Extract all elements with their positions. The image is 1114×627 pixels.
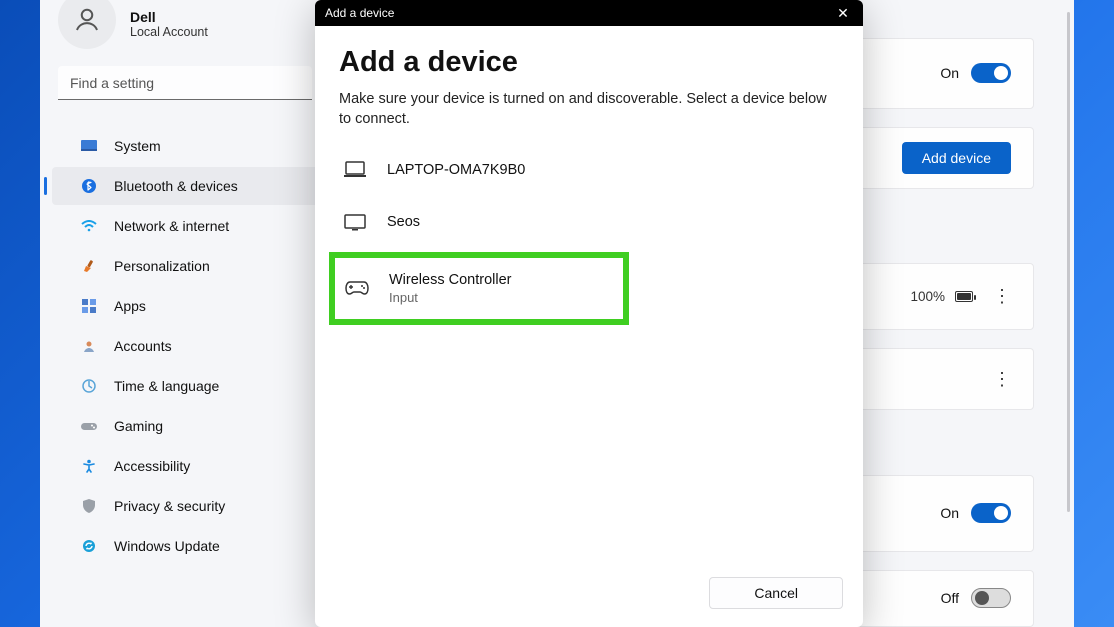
modal-titlebar-text: Add a device	[325, 6, 394, 20]
scrollbar[interactable]	[1067, 12, 1070, 512]
accounts-icon	[80, 337, 98, 355]
gamepad-icon	[345, 276, 369, 300]
device-name: Wireless Controller	[389, 272, 511, 288]
sidebar-item-gaming[interactable]: Gaming	[52, 407, 324, 445]
sidebar-item-privacy-security[interactable]: Privacy & security	[52, 487, 324, 525]
sidebar-item-accounts[interactable]: Accounts	[52, 327, 324, 365]
toggle-wrap-3[interactable]: Off	[941, 588, 1011, 608]
toggle-switch[interactable]	[971, 588, 1011, 608]
device-row-laptop[interactable]: LAPTOP-OMA7K9B0	[339, 144, 839, 196]
sidebar-item-windows-update[interactable]: Windows Update	[52, 527, 324, 565]
modal-body: Add a device Make sure your device is tu…	[315, 26, 863, 563]
toggle-label: Off	[941, 590, 959, 606]
device-name: Seos	[387, 214, 420, 230]
toggle-label: On	[940, 505, 959, 521]
sidebar-item-personalization[interactable]: Personalization	[52, 247, 324, 285]
bluetooth-icon	[80, 177, 98, 195]
sidebar-item-label: Network & internet	[114, 218, 229, 234]
sidebar-item-bluetooth-devices[interactable]: Bluetooth & devices	[52, 167, 324, 205]
add-device-modal: Add a device ✕ Add a device Make sure yo…	[315, 0, 863, 627]
apps-icon	[80, 297, 98, 315]
device-text: Seos	[387, 214, 420, 230]
search-input[interactable]	[58, 66, 312, 100]
shield-icon	[80, 497, 98, 515]
device-name: LAPTOP-OMA7K9B0	[387, 162, 525, 178]
settings-sidebar: Dell Local Account System Bluetooth & de…	[40, 0, 330, 627]
sidebar-item-system[interactable]: System	[52, 127, 324, 165]
sidebar-item-time-language[interactable]: Time & language	[52, 367, 324, 405]
display-icon	[80, 137, 98, 155]
cancel-button[interactable]: Cancel	[709, 577, 843, 609]
sidebar-item-label: Accounts	[114, 338, 172, 354]
bluetooth-toggle-wrap[interactable]: On	[940, 63, 1011, 83]
search-wrap	[40, 48, 330, 100]
toggle-wrap-2[interactable]: On	[940, 503, 1011, 523]
update-icon	[80, 537, 98, 555]
paintbrush-icon	[80, 257, 98, 275]
person-icon	[72, 5, 102, 35]
more-options-button[interactable]: ⋮	[993, 286, 1011, 307]
gaming-icon	[80, 417, 98, 435]
add-device-button[interactable]: Add device	[902, 142, 1011, 174]
sidebar-item-label: Accessibility	[114, 458, 190, 474]
sidebar-item-accessibility[interactable]: Accessibility	[52, 447, 324, 485]
sidebar-item-label: Windows Update	[114, 538, 220, 554]
modal-titlebar: Add a device ✕	[315, 0, 863, 26]
modal-subtitle: Make sure your device is turned on and d…	[339, 89, 829, 130]
modal-heading: Add a device	[339, 46, 839, 79]
toggle-switch[interactable]	[971, 63, 1011, 83]
more-options-button[interactable]: ⋮	[993, 369, 1011, 390]
user-text: Dell Local Account	[130, 9, 208, 39]
sidebar-item-network[interactable]: Network & internet	[52, 207, 324, 245]
device-row-display[interactable]: Seos	[339, 196, 839, 248]
sidebar-item-apps[interactable]: Apps	[52, 287, 324, 325]
avatar	[58, 0, 116, 49]
modal-footer: Cancel	[315, 563, 863, 627]
wifi-icon	[80, 217, 98, 235]
battery-percent: 100%	[910, 289, 945, 304]
sidebar-item-label: Time & language	[114, 378, 219, 394]
sidebar-item-label: Privacy & security	[114, 498, 225, 514]
laptop-icon	[343, 158, 367, 182]
close-icon[interactable]: ✕	[833, 5, 853, 22]
globe-clock-icon	[80, 377, 98, 395]
display-icon	[343, 210, 367, 234]
sidebar-item-label: Personalization	[114, 258, 210, 274]
toggle-label: On	[940, 65, 959, 81]
device-text: LAPTOP-OMA7K9B0	[387, 162, 525, 178]
device-text: Wireless Controller Input	[389, 272, 511, 305]
battery-icon	[955, 291, 973, 302]
sidebar-item-label: Apps	[114, 298, 146, 314]
settings-nav: System Bluetooth & devices Network & int…	[40, 126, 330, 566]
sidebar-item-label: Gaming	[114, 418, 163, 434]
device-type: Input	[389, 290, 511, 305]
settings-window: Dell Local Account System Bluetooth & de…	[40, 0, 1074, 627]
battery-block: 100%	[910, 289, 973, 304]
user-name: Dell	[130, 9, 208, 25]
sidebar-item-label: System	[114, 138, 161, 154]
sidebar-item-label: Bluetooth & devices	[114, 178, 238, 194]
user-block[interactable]: Dell Local Account	[40, 0, 330, 48]
accessibility-icon	[80, 457, 98, 475]
toggle-switch[interactable]	[971, 503, 1011, 523]
device-row-wireless-controller[interactable]: Wireless Controller Input	[329, 252, 629, 325]
user-account-type: Local Account	[130, 25, 208, 39]
